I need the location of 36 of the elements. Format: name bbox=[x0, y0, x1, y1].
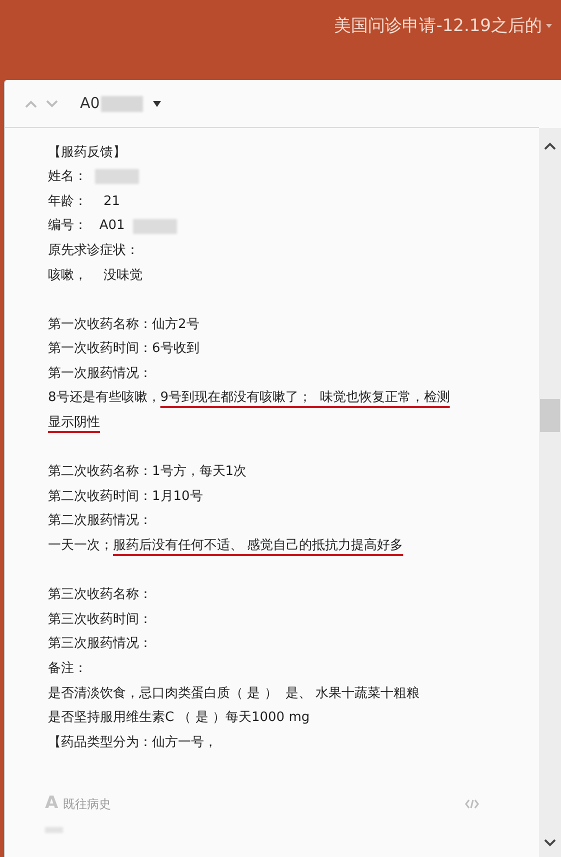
record-id: A0 bbox=[80, 93, 100, 114]
text-line: 第三次收药时间： bbox=[48, 610, 152, 629]
redacted-text bbox=[95, 169, 139, 184]
chevron-up-icon[interactable] bbox=[544, 142, 556, 150]
text-line: 咳嗽， 没味觉 bbox=[48, 266, 143, 285]
text-line: 第一次收药时间：6号收到 bbox=[48, 340, 200, 358]
text-line: 第三次服药情况： bbox=[48, 635, 152, 654]
code-icon[interactable] bbox=[465, 798, 479, 809]
redacted-text bbox=[132, 218, 177, 234]
text-line: 【服药反馈】 bbox=[48, 144, 126, 162]
scrollbar-thumb[interactable] bbox=[540, 399, 560, 432]
text-line: 是否清淡饮食，忌口肉类蛋白质（ 是 ） 是、 水果十蔬菜十粗粮 bbox=[48, 684, 420, 703]
scrollbar[interactable] bbox=[539, 128, 561, 857]
app-title: 美国问诊申请-12.19之后的 bbox=[334, 15, 542, 38]
field-label: 既往病史 bbox=[63, 796, 112, 813]
text-line: 一天一次； bbox=[48, 537, 113, 556]
text-line: 第三次收药名称： bbox=[48, 586, 152, 604]
text-line: 第二次收药时间：1月10号 bbox=[48, 488, 203, 506]
text-line: 第一次服药情况： bbox=[48, 364, 152, 383]
dropdown-caret-icon[interactable] bbox=[152, 100, 161, 106]
text-line: 姓名： bbox=[48, 168, 87, 186]
text-line: 备注： bbox=[48, 660, 87, 678]
chevron-down-icon[interactable] bbox=[544, 839, 556, 847]
text-line: 第二次服药情况： bbox=[48, 512, 152, 530]
text-line: 编号： A01 bbox=[48, 217, 125, 236]
text-line: 8号还是有些咳嗽， bbox=[48, 389, 160, 408]
caret-icon[interactable] bbox=[546, 23, 552, 29]
text-line: 9号到现在都没有咳嗽了； 味觉也恢复正常，检测 bbox=[160, 389, 450, 408]
text-line: 年龄： 21 bbox=[48, 192, 120, 211]
text-line: 显示阴性 bbox=[48, 414, 100, 432]
text-line: 原先求诊症状： bbox=[48, 242, 139, 260]
text-line: 第一次收药名称：仙方2号 bbox=[48, 316, 200, 334]
text-line: 是否坚持服用维生素C （ 是 ）每天1000 mg bbox=[48, 709, 310, 728]
text-line: 【药品类型分为：仙方一号， bbox=[48, 734, 217, 752]
text-line: 第二次收药名称：1号方，每天1次 bbox=[48, 463, 247, 482]
text-line: 服药后没有任何不适、 感觉自己的抵抗力提高好多 bbox=[113, 537, 404, 556]
